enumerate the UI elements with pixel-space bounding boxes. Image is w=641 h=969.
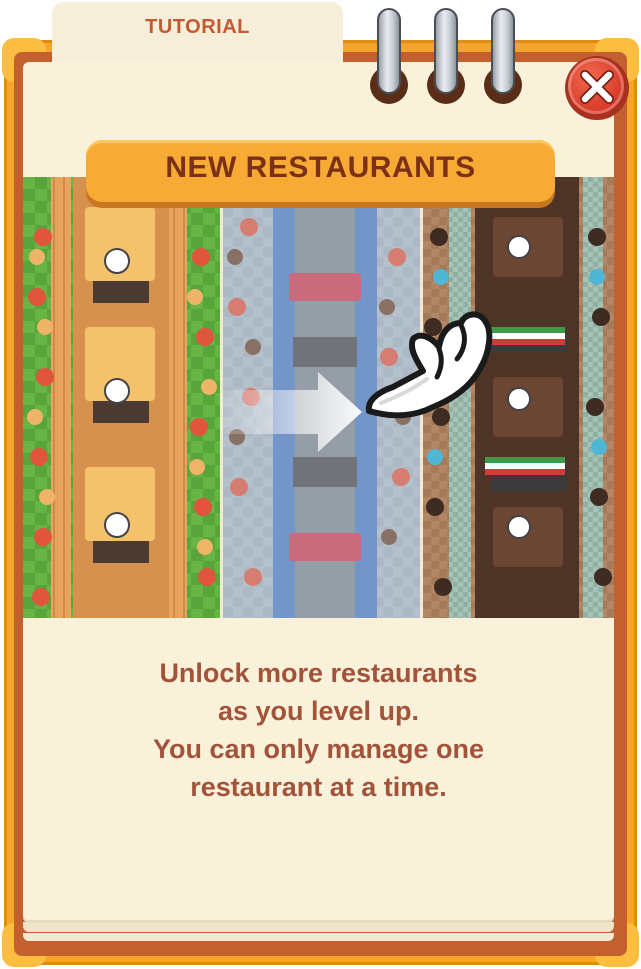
right-arrow-icon <box>220 372 362 452</box>
description-line: as you level up. <box>217 696 420 726</box>
description-line: You can only manage one <box>152 734 485 764</box>
binder-ring-icon <box>427 8 465 108</box>
description-line: Unlock more restaurants <box>159 658 478 688</box>
tutorial-tab-label: TUTORIAL <box>145 16 250 38</box>
binder-ring-icon <box>484 8 522 108</box>
dialog-title: NEW RESTAURANTS <box>165 151 476 184</box>
restaurant-illustration <box>23 177 614 618</box>
binder-ring-icon <box>370 8 408 108</box>
description-line: restaurant at a time. <box>190 772 447 802</box>
close-button[interactable] <box>565 56 629 120</box>
pointing-hand-icon <box>365 311 493 419</box>
close-icon <box>580 70 614 104</box>
dialog-description: Unlock more restaurants as you level up.… <box>23 654 614 806</box>
